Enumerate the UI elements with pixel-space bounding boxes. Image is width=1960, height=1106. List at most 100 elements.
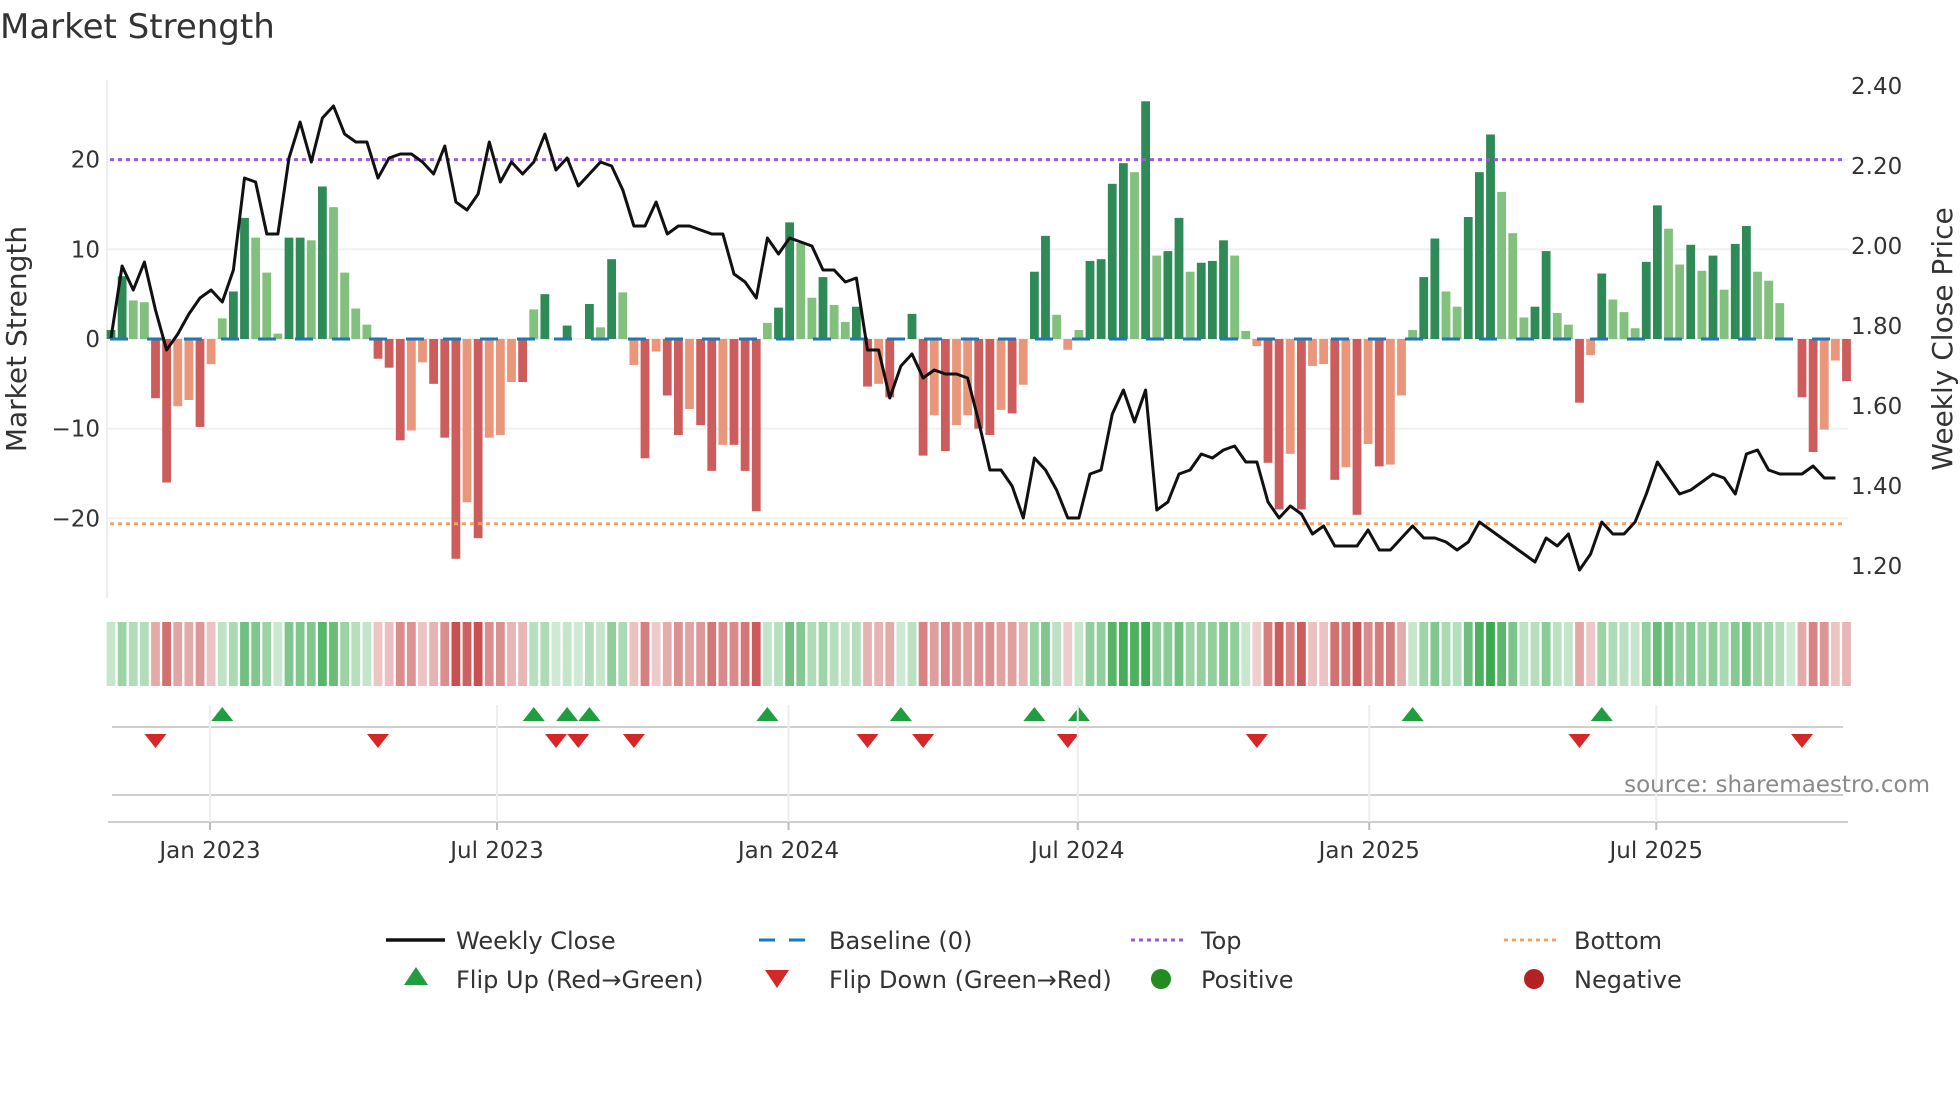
strength-bar xyxy=(1018,339,1028,385)
strength-bar xyxy=(996,339,1006,410)
strength-bar xyxy=(217,318,227,339)
strength-bar xyxy=(1185,271,1195,339)
strip-cell xyxy=(840,622,850,686)
strip-cell xyxy=(1552,622,1562,686)
strip-cell xyxy=(851,622,861,686)
strength-bar xyxy=(1675,264,1685,339)
strip-cell xyxy=(963,622,973,686)
strip-cell xyxy=(1408,622,1418,686)
strength-bar xyxy=(128,300,138,339)
strength-bar xyxy=(240,217,249,339)
strip-cell xyxy=(240,622,249,686)
strength-bar xyxy=(1118,163,1128,339)
strength-bar xyxy=(1497,191,1507,339)
legend-top: Top xyxy=(1200,927,1242,955)
strip-cell xyxy=(1397,622,1406,686)
strength-bar xyxy=(607,259,617,339)
strip-cell xyxy=(1230,622,1240,686)
x-tick-label: Jul 2023 xyxy=(448,838,544,864)
strength-bar xyxy=(918,339,928,456)
strip-cell xyxy=(1029,622,1039,686)
strength-bar xyxy=(462,339,472,503)
strip-cell xyxy=(329,622,338,686)
legend-flip-down-icon xyxy=(765,970,789,988)
strength-bar xyxy=(1519,317,1529,339)
strip-cell xyxy=(1608,622,1618,686)
strength-bar xyxy=(1697,270,1707,339)
strength-bar xyxy=(529,309,539,339)
strip-cell xyxy=(573,622,583,686)
y-tick-label: 20 xyxy=(71,148,100,174)
strip-cell xyxy=(1586,622,1596,686)
strip-cell xyxy=(729,622,739,686)
strip-cell xyxy=(1686,622,1696,686)
strip-cell xyxy=(996,622,1006,686)
strip-cell xyxy=(1786,622,1796,686)
strip-cell xyxy=(540,622,550,686)
strength-bar xyxy=(1563,324,1573,339)
strip-cell xyxy=(1052,622,1062,686)
strength-bar xyxy=(1575,339,1584,403)
flip-up-marker xyxy=(1590,707,1613,721)
strip-cell xyxy=(473,622,483,686)
strip-cell xyxy=(1630,622,1640,686)
strength-bar xyxy=(907,313,917,339)
strength-bar xyxy=(540,294,550,339)
strength-bar xyxy=(1374,339,1384,467)
strip-cell xyxy=(1819,622,1829,686)
strength-bar xyxy=(651,339,661,352)
strength-bar xyxy=(1708,255,1718,339)
strength-bar xyxy=(1652,205,1662,339)
strength-bar xyxy=(1330,339,1340,480)
strip-cell xyxy=(1419,622,1429,686)
strength-bar xyxy=(562,325,572,339)
strip-cell xyxy=(929,622,939,686)
strength-bar xyxy=(495,339,505,435)
strength-bar xyxy=(1029,271,1039,339)
strip-cell xyxy=(551,622,561,686)
strength-bar xyxy=(384,339,394,368)
strip-cell xyxy=(1842,622,1851,686)
strip-cell xyxy=(1007,622,1017,686)
flip-up-marker xyxy=(578,707,601,721)
strength-bar xyxy=(340,272,350,339)
market-strength-chart: Market Strength 20 10 0 −10 −20 2.40 2.20 2.00… xyxy=(0,7,1959,994)
strength-bar xyxy=(173,339,183,407)
strip-cell xyxy=(974,622,984,686)
strength-bar xyxy=(440,339,450,438)
strength-bar xyxy=(1664,228,1673,339)
strength-bar xyxy=(1641,261,1651,339)
strength-bar xyxy=(1619,312,1629,339)
strip-cell xyxy=(918,622,928,686)
strip-cell xyxy=(451,622,461,686)
strip-cell xyxy=(128,622,138,686)
strength-bar xyxy=(1052,314,1062,339)
strength-bar xyxy=(1174,217,1184,339)
strip-cell xyxy=(874,622,884,686)
strip-cell xyxy=(495,622,505,686)
strength-bar xyxy=(228,291,238,339)
strip-cell xyxy=(1519,622,1529,686)
flip-up-marker xyxy=(889,707,912,721)
y2-axis-title: Weekly Close Price xyxy=(1926,207,1959,470)
strength-bar xyxy=(1463,217,1473,339)
strength-bar xyxy=(629,339,639,366)
strength-bar xyxy=(1219,240,1228,339)
strip-cell xyxy=(596,622,605,686)
strength-bar xyxy=(1163,251,1173,339)
strength-bar xyxy=(1830,339,1840,361)
strength-bar xyxy=(1586,339,1596,356)
strip-cell xyxy=(651,622,661,686)
strip-cell xyxy=(896,622,906,686)
strip-cell xyxy=(1508,622,1518,686)
strength-bar xyxy=(1730,243,1740,339)
strip-cell xyxy=(1764,622,1774,686)
flip-up-marker xyxy=(1023,707,1046,721)
strength-bars xyxy=(106,101,1851,559)
strength-bar xyxy=(584,304,594,339)
strip-cell xyxy=(1708,622,1718,686)
flip-down-marker xyxy=(144,734,167,748)
strength-bar xyxy=(640,339,650,459)
strength-bar xyxy=(840,321,850,339)
strength-bar xyxy=(1296,339,1306,510)
